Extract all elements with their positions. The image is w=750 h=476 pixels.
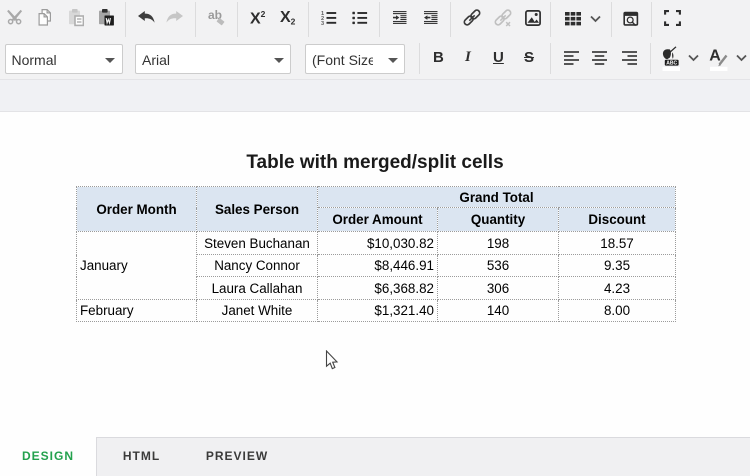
svg-text:ABC: ABC (666, 61, 677, 67)
svg-text:3: 3 (321, 21, 324, 27)
svg-text:A: A (709, 48, 721, 65)
